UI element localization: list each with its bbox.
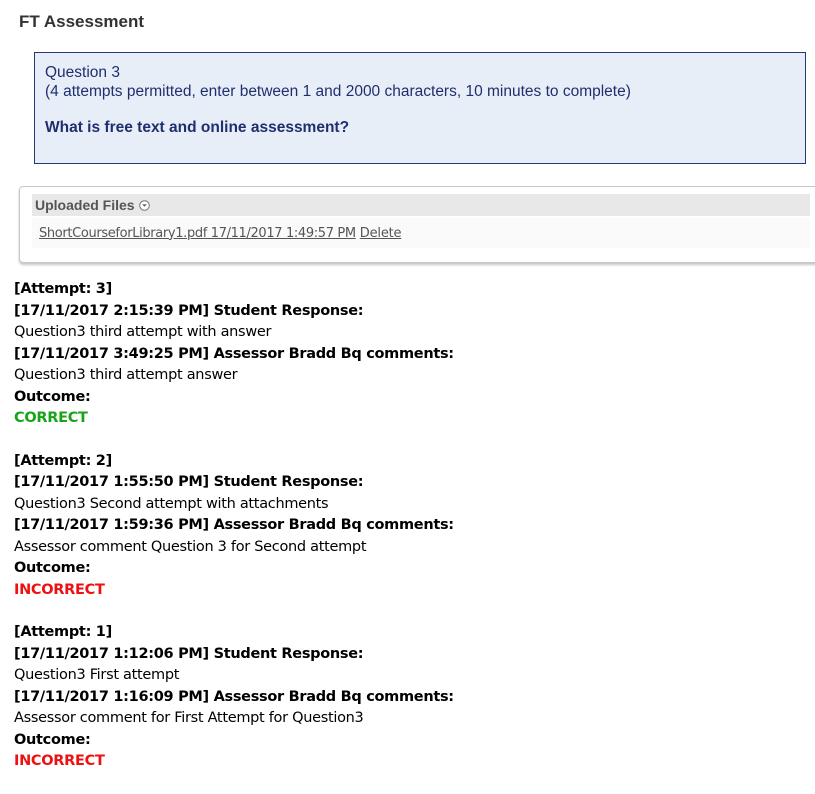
student-response-text: Question3 First attempt (14, 667, 180, 683)
attempt-header: [Attempt: 1] (14, 624, 112, 640)
assessor-comment-text: Question3 third attempt answer (14, 367, 238, 383)
student-response-text: Question3 third attempt with answer (14, 324, 272, 340)
assessor-comment-label: [17/11/2017 1:16:09 PM] Assessor Bradd B… (14, 688, 454, 705)
attempt-history: [Attempt: 3] [17/11/2017 2:15:39 PM] Stu… (14, 279, 804, 794)
question-prompt: What is free text and online assessment? (45, 119, 350, 136)
attempt-header: [Attempt: 3] (14, 281, 112, 297)
question-number: Question 3 (45, 64, 120, 81)
student-response-label: [17/11/2017 2:15:39 PM] Student Response… (14, 302, 364, 319)
uploaded-files-header[interactable]: Uploaded Files (32, 194, 810, 216)
outcome-value: INCORRECT (14, 581, 105, 598)
student-response-text: Question3 Second attempt with attachment… (14, 495, 329, 512)
student-response-label: [17/11/2017 1:12:06 PM] Student Response… (14, 645, 364, 662)
attempt-entry: [Attempt: 1] [17/11/2017 1:12:06 PM] Stu… (14, 622, 804, 773)
attempt-entry: [Attempt: 3] [17/11/2017 2:15:39 PM] Stu… (14, 279, 804, 430)
uploaded-file-row: ShortCourseforLibrary1.pdf 17/11/2017 1:… (32, 218, 810, 248)
page-title: FT Assessment (19, 12, 145, 31)
assessor-comment-text: Assessor comment Question 3 for Second a… (14, 538, 367, 555)
assessor-comment-label: [17/11/2017 3:49:25 PM] Assessor Bradd B… (14, 345, 454, 362)
delete-file-link[interactable]: Delete (360, 226, 402, 241)
assessor-comment-label: [17/11/2017 1:59:36 PM] Assessor Bradd B… (14, 517, 454, 533)
student-response-label: [17/11/2017 1:55:50 PM] Student Response… (14, 474, 364, 490)
outcome-value: INCORRECT (14, 753, 105, 769)
attempt-entry: [Attempt: 2] [17/11/2017 1:55:50 PM] Stu… (14, 451, 804, 602)
file-download-link[interactable]: ShortCourseforLibrary1.pdf 17/11/2017 1:… (39, 226, 356, 241)
outcome-label: Outcome: (14, 388, 91, 405)
attempt-header: [Attempt: 2] (14, 452, 112, 469)
outcome-label: Outcome: (14, 560, 91, 576)
question-panel: Question 3 (4 attempts permitted, enter … (34, 52, 806, 164)
uploaded-files-panel: Uploaded Files ShortCourseforLibrary1.pd… (19, 186, 815, 263)
assessor-comment-text: Assessor comment for First Attempt for Q… (14, 710, 364, 726)
outcome-label: Outcome: (14, 731, 91, 748)
outcome-value: CORRECT (14, 410, 88, 426)
question-constraints: (4 attempts permitted, enter between 1 a… (45, 83, 631, 100)
uploaded-files-title: Uploaded Files (35, 197, 135, 213)
chevron-down-circle-icon[interactable] (138, 199, 150, 211)
